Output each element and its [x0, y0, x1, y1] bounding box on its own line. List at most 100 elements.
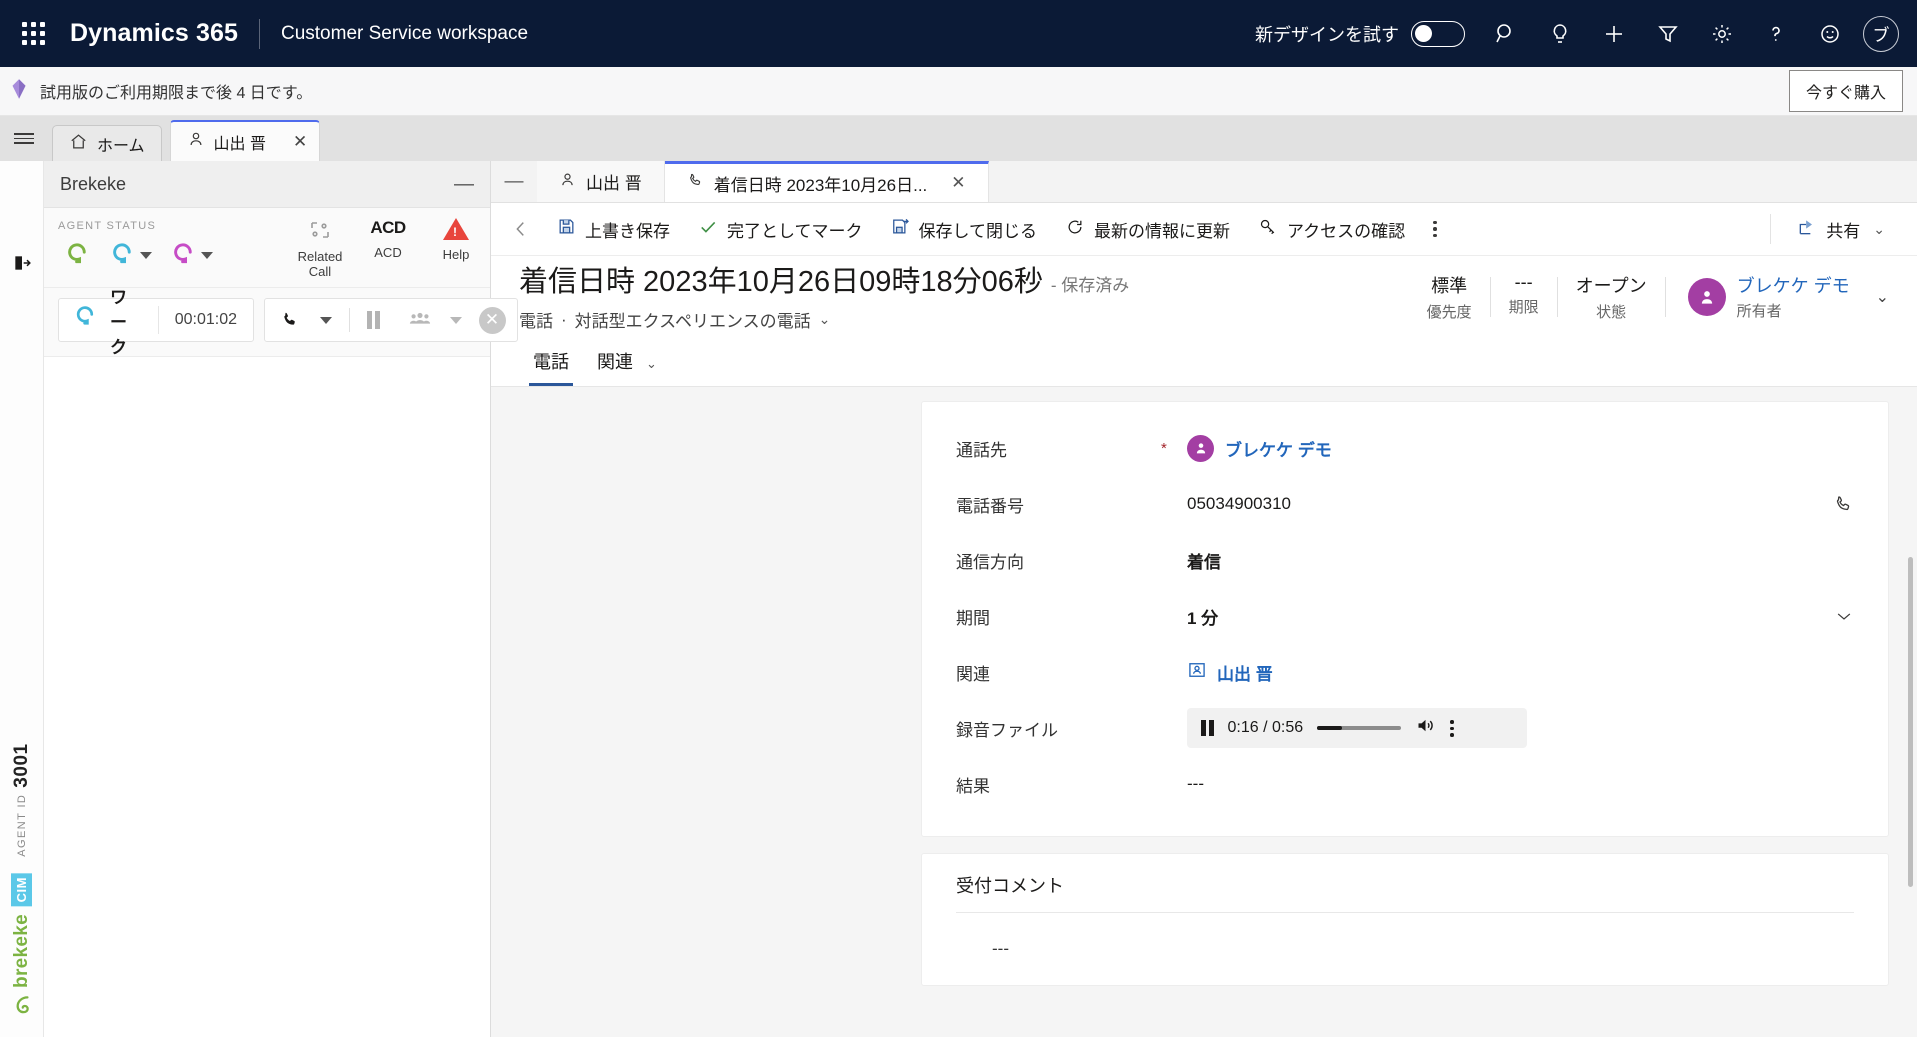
cim-badge: CIM [11, 873, 32, 906]
required-indicator: * [1161, 440, 1187, 457]
home-icon [69, 132, 88, 156]
chevron-down-icon[interactable]: ⌄ [819, 311, 831, 328]
chevron-down-icon[interactable]: ⌄ [1873, 221, 1885, 238]
smiley-icon[interactable] [1803, 7, 1857, 61]
meta-owner[interactable]: ブレケケ デモ 所有者 [1666, 272, 1850, 321]
cti-panel: Brekeke — AGENT STATUS [44, 161, 491, 1037]
form-body: 通話先 * ブレケケ デモ 電話番号 [491, 387, 1917, 1037]
record-saved-status: - 保存済み [1051, 276, 1129, 295]
session-tab-customer[interactable]: 山出 晋 [537, 161, 665, 202]
close-icon[interactable]: ✕ [951, 173, 965, 193]
key-icon [1258, 217, 1278, 242]
app-launcher-icon[interactable] [10, 11, 56, 57]
back-arrow-icon[interactable] [499, 207, 543, 251]
audio-time-display: 0:16 / 0:56 [1228, 719, 1304, 737]
save-button[interactable]: 上書き保存 [543, 207, 684, 251]
phone-dropdown-icon[interactable] [309, 301, 343, 339]
speaker-icon[interactable] [1415, 715, 1436, 741]
app-tab-home-label: ホーム [97, 132, 145, 156]
phone-icon[interactable] [1833, 494, 1854, 515]
main-area: — 山出 晋 着信日時 2023年10月26日... ✕ [491, 161, 1917, 1037]
headset-available-icon[interactable] [58, 242, 97, 269]
pause-icon[interactable] [1201, 720, 1214, 736]
avatar[interactable]: ブ [1863, 16, 1899, 52]
audio-progress-bar[interactable] [1317, 726, 1401, 730]
header-expand-chevron-icon[interactable]: ⌄ [1850, 287, 1899, 307]
work-status-card[interactable]: ワーク 00:01:02 [58, 298, 254, 342]
session-tab-phonecall[interactable]: 着信日時 2023年10月26日... ✕ [665, 161, 989, 202]
field-value-regarding[interactable]: 山出 晋 [1187, 660, 1273, 685]
filter-icon[interactable] [1641, 7, 1695, 61]
lightbulb-icon[interactable] [1533, 7, 1587, 61]
owner-name[interactable]: ブレケケ デモ [1737, 272, 1850, 298]
suite-bar: Dynamics 365 Customer Service workspace … [0, 0, 1917, 67]
acd-glyph: ACD [370, 218, 405, 238]
new-design-toggle[interactable] [1411, 21, 1465, 47]
tab-related[interactable]: 関連 ⌄ [583, 338, 671, 386]
pause-icon[interactable] [356, 301, 390, 339]
app-tab-home[interactable]: ホーム [52, 125, 162, 161]
reception-comment-value[interactable]: --- [956, 913, 1854, 959]
share-button[interactable]: 共有 ⌄ [1783, 207, 1899, 251]
site-map-icon[interactable] [0, 116, 48, 161]
work-timer: 00:01:02 [159, 311, 253, 329]
app-tab-customer-label: 山出 晋 [214, 130, 266, 154]
minimize-icon[interactable]: — [454, 174, 474, 194]
app-tab-customer[interactable]: 山出 晋 ✕ [170, 120, 321, 161]
meta-state[interactable]: オープン 状態 [1558, 272, 1665, 322]
check-access-button[interactable]: アクセスの確認 [1244, 207, 1419, 251]
more-commands-button[interactable] [1419, 207, 1451, 251]
field-value-direction[interactable]: 着信 [1187, 548, 1854, 573]
save-icon [557, 217, 576, 241]
refresh-button[interactable]: 最新の情報に更新 [1051, 207, 1244, 251]
work-status-label: ワーク [110, 283, 144, 358]
acd-button[interactable]: ACD ACD [354, 208, 422, 287]
refresh-icon [1065, 217, 1085, 242]
field-value-call-to[interactable]: ブレケケ デモ [1187, 435, 1332, 462]
close-icon[interactable]: ✕ [293, 133, 307, 150]
field-value-result[interactable]: --- [1187, 774, 1854, 794]
audio-player[interactable]: 0:16 / 0:56 [1187, 708, 1527, 748]
session-tab-strip: — 山出 晋 着信日時 2023年10月26日... ✕ [491, 161, 1917, 203]
search-icon[interactable] [1479, 7, 1533, 61]
chevron-down-icon[interactable] [140, 252, 152, 259]
meta-due[interactable]: --- 期限 [1491, 272, 1557, 317]
more-options-icon[interactable] [1450, 720, 1454, 737]
refresh-label: 最新の情報に更新 [1094, 217, 1230, 242]
chevron-down-icon[interactable] [1834, 606, 1854, 626]
save-and-close-button[interactable]: 保存して閉じる [877, 207, 1052, 251]
chevron-down-icon[interactable] [201, 252, 213, 259]
mark-complete-button[interactable]: 完了としてマーク [684, 207, 877, 251]
help-button[interactable]: Help [422, 208, 490, 287]
left-rail-footer: AGENT ID 3001 CIM brekeke [9, 743, 35, 1037]
tab-phone[interactable]: 電話 [519, 338, 583, 386]
field-label-direction: 通信方向 [956, 548, 1161, 573]
related-call-label: Related Call [286, 249, 354, 279]
end-call-icon[interactable]: ✕ [475, 301, 509, 339]
field-value-duration[interactable]: 1 分 [1187, 604, 1834, 629]
headset-work-icon[interactable] [103, 242, 158, 269]
related-call-button[interactable]: Related Call [286, 208, 354, 287]
field-value-phone-number[interactable]: 05034900310 [1187, 494, 1833, 514]
sign-out-icon[interactable] [12, 253, 32, 278]
headset-away-icon[interactable] [164, 242, 219, 269]
page-title: 着信日時 2023年10月26日09時18分06秒 - 保存済み [519, 266, 1409, 299]
left-rail: AGENT ID 3001 CIM brekeke [0, 161, 44, 1037]
agent-id-block: AGENT ID 3001 [11, 743, 33, 857]
plus-icon[interactable] [1587, 7, 1641, 61]
conference-icon[interactable] [403, 301, 437, 339]
help-icon[interactable] [1749, 7, 1803, 61]
meta-priority[interactable]: 標準 優先度 [1409, 272, 1490, 322]
form-scrollbar[interactable] [1908, 557, 1913, 887]
buy-now-button[interactable]: 今すぐ購入 [1789, 70, 1903, 112]
gear-icon[interactable] [1695, 7, 1749, 61]
session-panel-minimize-icon[interactable]: — [491, 161, 537, 202]
share-button-label: 共有 [1826, 217, 1860, 242]
chevron-down-icon[interactable]: ⌄ [646, 356, 657, 371]
meta-priority-value: 標準 [1431, 272, 1467, 298]
brand-title[interactable]: Dynamics 365 [70, 19, 238, 48]
save-close-icon [891, 217, 910, 241]
conference-dropdown-icon[interactable] [439, 301, 473, 339]
meta-due-label: 期限 [1509, 296, 1539, 317]
phone-icon[interactable] [273, 301, 307, 339]
